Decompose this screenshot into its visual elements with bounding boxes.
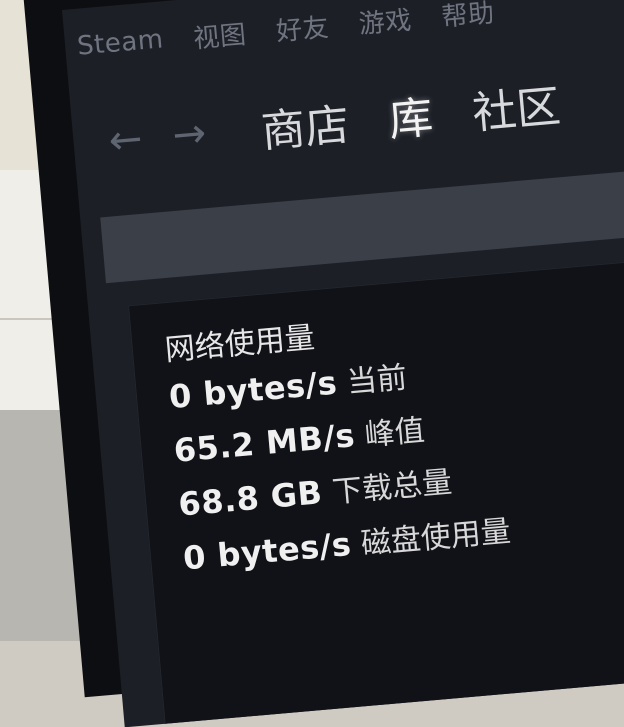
stat-label: 磁盘使用量 <box>359 513 513 562</box>
stat-label: 峰值 <box>363 413 427 454</box>
stat-value: 65.2 MB/s <box>172 416 357 470</box>
nav-row: ← → 商店 库 社区 <box>91 67 563 178</box>
menu-friends[interactable]: 好友 <box>274 6 330 47</box>
menu-steam[interactable]: Steam <box>76 24 165 61</box>
stat-value: 0 bytes/s <box>181 524 353 578</box>
network-usage-panel: 网络使用量 0 bytes/s 当前 65.2 MB/s 峰值 68.8 GB 下载总… <box>127 245 624 727</box>
stat-value: 68.8 GB <box>176 473 324 524</box>
tab-store[interactable]: 商店 <box>258 89 351 160</box>
arrow-right-icon[interactable]: → <box>155 109 223 160</box>
menu-help[interactable]: 帮助 <box>440 0 496 33</box>
tab-community[interactable]: 社区 <box>469 70 562 141</box>
steam-window: Steam 视图 好友 游戏 帮助 ← → 商店 库 社区 网络使用量 0 by… <box>62 0 624 727</box>
menu-bar: Steam 视图 好友 游戏 帮助 <box>76 0 496 67</box>
menu-view[interactable]: 视图 <box>192 14 248 55</box>
address-bar[interactable] <box>100 158 624 284</box>
stat-label: 当前 <box>345 360 409 401</box>
tab-library[interactable]: 库 <box>386 81 435 149</box>
network-usage-title: 网络使用量 <box>163 320 317 369</box>
stat-value: 0 bytes/s <box>167 363 339 417</box>
stat-label: 下载总量 <box>330 464 454 511</box>
arrow-left-icon[interactable]: ← <box>92 114 160 165</box>
stat-peak: 65.2 MB/s 峰值 <box>172 405 426 471</box>
menu-games[interactable]: 游戏 <box>357 0 413 41</box>
